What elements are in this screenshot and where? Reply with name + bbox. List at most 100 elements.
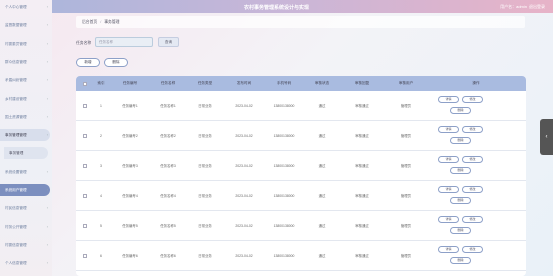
chevron-right-icon: ›	[46, 206, 48, 211]
table-cell: 管理员	[400, 134, 412, 138]
row-select	[80, 151, 90, 181]
sidebar-item[interactable]: 监督数据管理 ›	[0, 19, 50, 31]
sidebar-item-label: 系统设置管理	[5, 169, 27, 174]
remove-button[interactable]: 删除	[450, 197, 471, 204]
row-select	[80, 241, 90, 271]
detail-button[interactable]: 详情	[438, 96, 459, 103]
edit-button[interactable]: 修改	[462, 216, 483, 223]
chevron-left-icon[interactable]: ‹	[540, 119, 553, 155]
chevron-right-icon: ›	[46, 188, 48, 192]
remove-button[interactable]: 删除	[450, 137, 471, 144]
sidebar-item[interactable]: 个人中心管理 ›	[0, 1, 50, 13]
sidebar-item-label: 事务管理管理	[5, 133, 27, 138]
detail-button[interactable]: 详情	[438, 156, 459, 163]
breadcrumb-home[interactable]: 后台首页	[82, 20, 97, 24]
row-checkbox[interactable]	[83, 104, 87, 108]
table-cell: 13800138000	[273, 224, 295, 228]
sidebar-item-label: 系统用户管理	[5, 188, 27, 192]
chevron-right-icon: ›	[46, 169, 48, 174]
detail-button[interactable]: 详情	[438, 186, 459, 193]
sidebar-item[interactable]: 村民信息管理 ›	[0, 202, 50, 214]
table-cell: 通过	[318, 254, 326, 258]
row-checkbox[interactable]	[83, 134, 87, 138]
chevron-right-icon: ›	[46, 78, 48, 83]
row-checkbox[interactable]	[83, 224, 87, 228]
chevron-right-icon: ›	[46, 133, 48, 138]
sidebar-item[interactable]: 乡村建设管理 ›	[0, 93, 50, 105]
remove-button[interactable]: 删除	[450, 227, 471, 234]
sidebar-item[interactable]: 国土资源管理 ›	[0, 111, 50, 123]
remove-button[interactable]: 删除	[450, 107, 471, 114]
table-cell: 日常业务	[198, 134, 212, 138]
table-cell: 5	[100, 224, 102, 228]
sidebar-item[interactable]: 个人信息管理 ›	[0, 257, 50, 269]
table-cell: 任务编号3	[122, 164, 138, 168]
table-cell: 通过	[318, 164, 326, 168]
column-header: 发布时间	[236, 81, 252, 85]
delete-button[interactable]: 删除	[104, 58, 128, 67]
edit-button[interactable]: 修改	[462, 246, 483, 253]
detail-button[interactable]: 详情	[438, 126, 459, 133]
chevron-right-icon: ›	[46, 41, 48, 46]
row-checkbox[interactable]	[83, 164, 87, 168]
row-select	[80, 181, 90, 211]
chevron-right-icon: ›	[46, 5, 48, 9]
table-cell: 13800138000	[273, 104, 295, 108]
table-cell: 2023-04-02	[235, 164, 253, 168]
search-input[interactable]: 任务名称	[95, 37, 153, 47]
table-cell: 任务名称5	[160, 224, 176, 228]
row-checkbox[interactable]	[83, 194, 87, 198]
table-cell: 2023-04-02	[235, 194, 253, 198]
row-select	[80, 91, 90, 121]
select-all-checkbox[interactable]	[83, 81, 87, 86]
user-name: 用户名：admin	[500, 4, 527, 9]
sidebar-item[interactable]: 矛盾纠纷管理 ›	[0, 74, 50, 86]
logout-link[interactable]: 退出登录	[529, 4, 545, 10]
table-cell: 任务编号6	[122, 254, 138, 258]
table-cell: 通过	[318, 134, 326, 138]
table-cell: 2023-04-02	[235, 224, 253, 228]
table-cell: 任务编号1	[122, 104, 138, 108]
chevron-right-icon: ›	[46, 23, 48, 28]
sidebar-item-label: 国土资源管理	[5, 114, 27, 119]
edit-button[interactable]: 修改	[462, 186, 483, 193]
table-cell: 日常业务	[198, 164, 212, 168]
row-checkbox[interactable]	[83, 254, 87, 258]
sidebar-item[interactable]: 系统设置管理 ›	[0, 166, 50, 178]
sidebar-item[interactable]: 事务管理	[4, 147, 48, 160]
sidebar-item-label: 个人信息管理	[5, 261, 27, 266]
edit-button[interactable]: 修改	[462, 126, 483, 133]
breadcrumb-current: 事务管理	[104, 20, 120, 24]
row-select	[80, 121, 90, 151]
table-cell: 任务编号4	[122, 194, 138, 198]
search-button[interactable]: 查询	[158, 37, 179, 47]
column-header: 索引	[97, 81, 105, 85]
sidebar-item-label: 乡村建设管理	[5, 96, 27, 101]
table-cell: 2023-04-02	[235, 134, 253, 138]
sidebar-item-label: 村民信息管理	[5, 206, 27, 211]
sidebar-item[interactable]: 村委委员管理 ›	[0, 38, 50, 50]
detail-button[interactable]: 详情	[438, 216, 459, 223]
sidebar-item-label: 群众信息管理	[5, 59, 27, 64]
sidebar-item[interactable]: 事务管理管理 ›	[0, 129, 50, 142]
remove-button[interactable]: 删除	[450, 167, 471, 174]
table-cell: 任务编号5	[122, 224, 138, 228]
table-cell: 日常业务	[198, 104, 212, 108]
edit-button[interactable]: 修改	[462, 156, 483, 163]
add-button[interactable]: 新增	[76, 58, 100, 67]
detail-button[interactable]: 详情	[438, 246, 459, 253]
table-cell: 审核通过	[355, 254, 369, 258]
column-header: 审核用户	[398, 81, 414, 85]
sidebar-item[interactable]: 群众信息管理 ›	[0, 56, 50, 68]
table-cell: 管理员	[400, 194, 412, 198]
remove-button[interactable]: 删除	[450, 257, 471, 264]
edit-button[interactable]: 修改	[462, 96, 483, 103]
sidebar-item[interactable]: 村务公开管理 ›	[0, 221, 50, 233]
table-row: 4 任务编号4 任务名称4 日常业务 2023-04-02 13800138000 通过 审核…	[76, 181, 526, 211]
table-cell: 任务名称4	[160, 194, 176, 198]
app-title: 农村事务管理系统设计与实现	[243, 5, 309, 11]
sidebar-item[interactable]: 村委信息管理 ›	[0, 239, 50, 251]
sidebar-item[interactable]: 系统用户管理 ›	[0, 184, 50, 196]
table-cell: 管理员	[400, 224, 412, 228]
table-cell: 审核通过	[355, 164, 369, 168]
